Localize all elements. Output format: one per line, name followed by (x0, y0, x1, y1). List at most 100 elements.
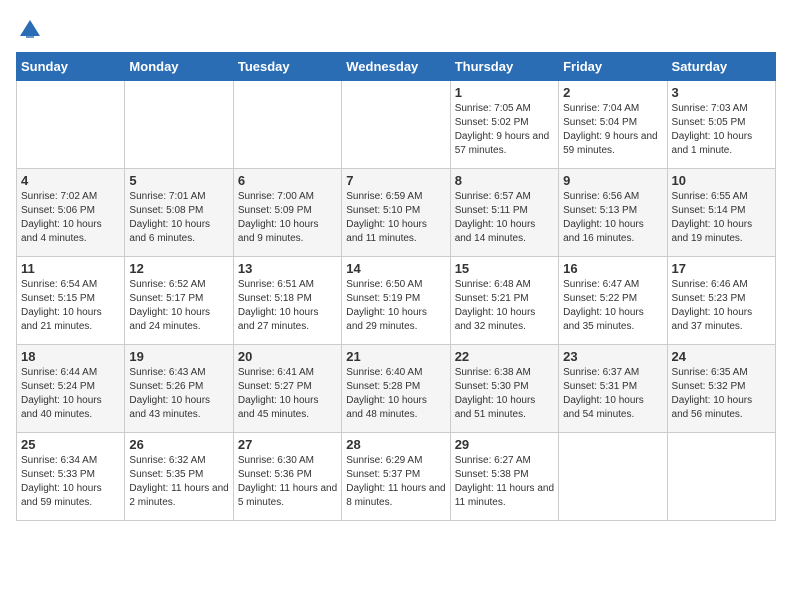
calendar-cell: 18 Sunrise: 6:44 AM Sunset: 5:24 PM Dayli… (17, 345, 125, 433)
calendar-cell: 16 Sunrise: 6:47 AM Sunset: 5:22 PM Dayli… (559, 257, 667, 345)
day-info: Sunrise: 6:54 AM Sunset: 5:15 PM Dayligh… (21, 278, 120, 334)
day-number: 5 (129, 173, 228, 188)
calendar-cell: 24Sunrise: 6:35 AM Sunset: 5:32 PM Dayli… (667, 345, 775, 433)
header-wednesday: Wednesday (342, 53, 450, 81)
day-number: 20 (238, 349, 337, 364)
week-row-3: 18 Sunrise: 6:44 AM Sunset: 5:24 PM Dayli… (17, 345, 776, 433)
calendar-cell: 13 Sunrise: 6:51 AM Sunset: 5:18 PM Dayli… (233, 257, 341, 345)
day-info: Sunrise: 6:52 AM Sunset: 5:17 PM Dayligh… (129, 278, 228, 334)
day-number: 4 (21, 173, 120, 188)
week-row-2: 11 Sunrise: 6:54 AM Sunset: 5:15 PM Dayli… (17, 257, 776, 345)
calendar-cell (17, 81, 125, 169)
day-number: 25 (21, 437, 120, 452)
calendar-cell: 5 Sunrise: 7:01 AM Sunset: 5:08 PM Daylig… (125, 169, 233, 257)
day-number: 12 (129, 261, 228, 276)
day-number: 8 (455, 173, 554, 188)
day-number: 16 (563, 261, 662, 276)
day-info: Sunrise: 7:02 AM Sunset: 5:06 PM Dayligh… (21, 190, 120, 246)
calendar-cell (125, 81, 233, 169)
calendar-cell: 22Sunrise: 6:38 AM Sunset: 5:30 PM Dayli… (450, 345, 558, 433)
calendar-cell: 2 Sunrise: 7:04 AM Sunset: 5:04 PM Daylig… (559, 81, 667, 169)
calendar-cell: 28 Sunrise: 6:29 AM Sunset: 5:37 PM Dayli… (342, 433, 450, 521)
day-number: 11 (21, 261, 120, 276)
week-row-0: 1 Sunrise: 7:05 AM Sunset: 5:02 PM Daylig… (17, 81, 776, 169)
day-number: 9 (563, 173, 662, 188)
calendar-table: SundayMondayTuesdayWednesdayThursdayFrid… (16, 52, 776, 521)
day-info: Sunrise: 6:41 AM Sunset: 5:27 PM Dayligh… (238, 366, 337, 422)
day-info: Sunrise: 6:34 AM Sunset: 5:33 PM Dayligh… (21, 454, 120, 510)
calendar-cell: 6 Sunrise: 7:00 AM Sunset: 5:09 PM Daylig… (233, 169, 341, 257)
calendar-cell: 8 Sunrise: 6:57 AM Sunset: 5:11 PM Daylig… (450, 169, 558, 257)
header-friday: Friday (559, 53, 667, 81)
day-number: 29 (455, 437, 554, 452)
day-number: 17 (672, 261, 771, 276)
day-number: 21 (346, 349, 445, 364)
day-info: Sunrise: 6:40 AM Sunset: 5:28 PM Dayligh… (346, 366, 445, 422)
header-thursday: Thursday (450, 53, 558, 81)
day-info: Sunrise: 6:44 AM Sunset: 5:24 PM Dayligh… (21, 366, 120, 422)
day-info: Sunrise: 7:05 AM Sunset: 5:02 PM Dayligh… (455, 102, 554, 158)
week-row-1: 4 Sunrise: 7:02 AM Sunset: 5:06 PM Daylig… (17, 169, 776, 257)
day-number: 1 (455, 85, 554, 100)
day-info: Sunrise: 6:35 AM Sunset: 5:32 PM Dayligh… (672, 366, 771, 422)
day-number: 13 (238, 261, 337, 276)
day-number: 10 (672, 173, 771, 188)
day-info: Sunrise: 6:55 AM Sunset: 5:14 PM Dayligh… (672, 190, 771, 246)
calendar-cell: 7Sunrise: 6:59 AM Sunset: 5:10 PM Daylig… (342, 169, 450, 257)
day-info: Sunrise: 6:48 AM Sunset: 5:21 PM Dayligh… (455, 278, 554, 334)
day-number: 27 (238, 437, 337, 452)
calendar-cell: 29 Sunrise: 6:27 AM Sunset: 5:38 PM Dayli… (450, 433, 558, 521)
day-number: 15 (455, 261, 554, 276)
day-info: Sunrise: 6:50 AM Sunset: 5:19 PM Dayligh… (346, 278, 445, 334)
header-tuesday: Tuesday (233, 53, 341, 81)
calendar-cell: 20 Sunrise: 6:41 AM Sunset: 5:27 PM Dayli… (233, 345, 341, 433)
day-info: Sunrise: 6:43 AM Sunset: 5:26 PM Dayligh… (129, 366, 228, 422)
day-number: 26 (129, 437, 228, 452)
day-number: 23 (563, 349, 662, 364)
day-info: Sunrise: 7:00 AM Sunset: 5:09 PM Dayligh… (238, 190, 337, 246)
day-info: Sunrise: 6:57 AM Sunset: 5:11 PM Dayligh… (455, 190, 554, 246)
calendar-cell: 14 Sunrise: 6:50 AM Sunset: 5:19 PM Dayli… (342, 257, 450, 345)
calendar-cell: 9 Sunrise: 6:56 AM Sunset: 5:13 PM Daylig… (559, 169, 667, 257)
day-number: 3 (672, 85, 771, 100)
day-number: 19 (129, 349, 228, 364)
day-info: Sunrise: 6:46 AM Sunset: 5:23 PM Dayligh… (672, 278, 771, 334)
logo (16, 16, 48, 44)
day-number: 6 (238, 173, 337, 188)
day-number: 7 (346, 173, 445, 188)
day-number: 2 (563, 85, 662, 100)
day-info: Sunrise: 7:04 AM Sunset: 5:04 PM Dayligh… (563, 102, 662, 158)
calendar-cell: 11 Sunrise: 6:54 AM Sunset: 5:15 PM Dayli… (17, 257, 125, 345)
calendar-cell: 1 Sunrise: 7:05 AM Sunset: 5:02 PM Daylig… (450, 81, 558, 169)
day-info: Sunrise: 6:29 AM Sunset: 5:37 PM Dayligh… (346, 454, 445, 510)
calendar-cell: 3 Sunrise: 7:03 AM Sunset: 5:05 PM Daylig… (667, 81, 775, 169)
calendar-cell: 12 Sunrise: 6:52 AM Sunset: 5:17 PM Dayli… (125, 257, 233, 345)
day-info: Sunrise: 7:03 AM Sunset: 5:05 PM Dayligh… (672, 102, 771, 158)
day-number: 28 (346, 437, 445, 452)
day-info: Sunrise: 6:51 AM Sunset: 5:18 PM Dayligh… (238, 278, 337, 334)
calendar-cell: 15 Sunrise: 6:48 AM Sunset: 5:21 PM Dayli… (450, 257, 558, 345)
header-sunday: Sunday (17, 53, 125, 81)
day-info: Sunrise: 7:01 AM Sunset: 5:08 PM Dayligh… (129, 190, 228, 246)
calendar-header-row: SundayMondayTuesdayWednesdayThursdayFrid… (17, 53, 776, 81)
calendar-cell (233, 81, 341, 169)
logo-icon (16, 16, 44, 44)
calendar-cell: 19 Sunrise: 6:43 AM Sunset: 5:26 PM Dayli… (125, 345, 233, 433)
day-number: 22 (455, 349, 554, 364)
day-number: 18 (21, 349, 120, 364)
day-info: Sunrise: 6:32 AM Sunset: 5:35 PM Dayligh… (129, 454, 228, 510)
calendar-cell (667, 433, 775, 521)
calendar-cell: 4 Sunrise: 7:02 AM Sunset: 5:06 PM Daylig… (17, 169, 125, 257)
day-number: 14 (346, 261, 445, 276)
day-info: Sunrise: 6:27 AM Sunset: 5:38 PM Dayligh… (455, 454, 554, 510)
calendar-cell: 26 Sunrise: 6:32 AM Sunset: 5:35 PM Dayli… (125, 433, 233, 521)
calendar-cell: 21 Sunrise: 6:40 AM Sunset: 5:28 PM Dayli… (342, 345, 450, 433)
calendar-cell: 17 Sunrise: 6:46 AM Sunset: 5:23 PM Dayli… (667, 257, 775, 345)
calendar-cell: 10 Sunrise: 6:55 AM Sunset: 5:14 PM Dayli… (667, 169, 775, 257)
day-info: Sunrise: 6:47 AM Sunset: 5:22 PM Dayligh… (563, 278, 662, 334)
day-info: Sunrise: 6:37 AM Sunset: 5:31 PM Dayligh… (563, 366, 662, 422)
header-saturday: Saturday (667, 53, 775, 81)
day-info: Sunrise: 6:56 AM Sunset: 5:13 PM Dayligh… (563, 190, 662, 246)
day-info: Sunrise: 6:30 AM Sunset: 5:36 PM Dayligh… (238, 454, 337, 510)
calendar-cell (342, 81, 450, 169)
